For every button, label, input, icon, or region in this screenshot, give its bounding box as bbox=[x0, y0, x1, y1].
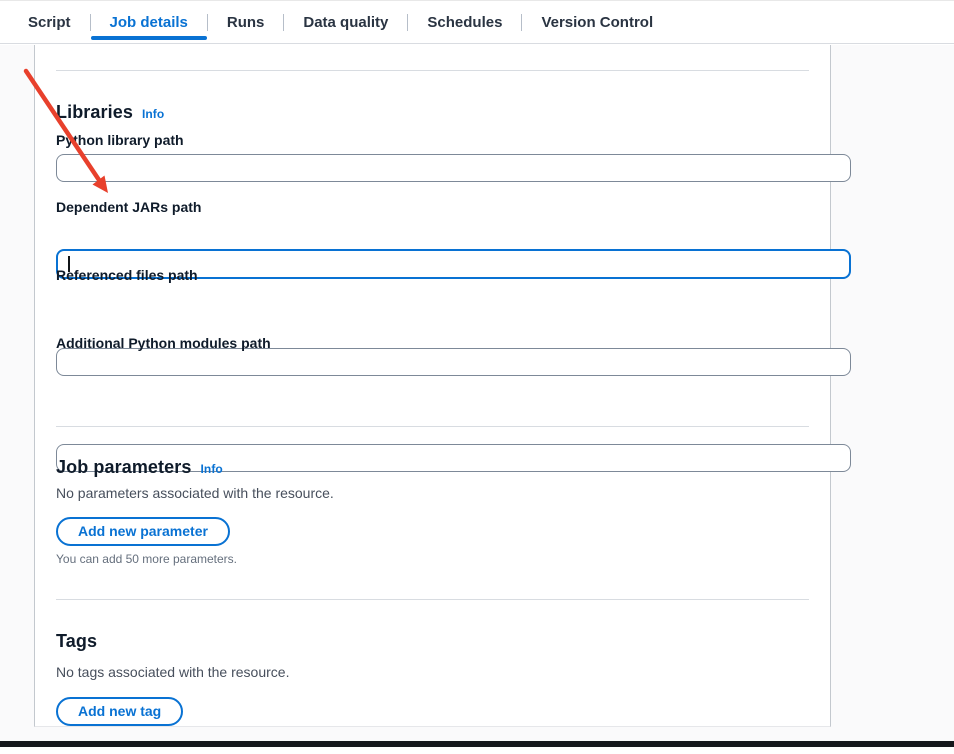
tags-empty-message: No tags associated with the resource. bbox=[56, 664, 809, 680]
tags-title: Tags bbox=[56, 631, 97, 652]
referenced-files-path-label: Referenced files path bbox=[56, 267, 809, 283]
section-divider bbox=[56, 599, 809, 600]
tab-script[interactable]: Script bbox=[9, 1, 90, 43]
additional-python-modules-path-label: Additional Python modules path bbox=[56, 335, 809, 351]
libraries-section-heading: Libraries Info bbox=[56, 102, 809, 123]
referenced-files-path-input[interactable] bbox=[56, 348, 851, 376]
add-new-parameter-button[interactable]: Add new parameter bbox=[56, 517, 230, 546]
add-parameter-row: Add new parameter bbox=[56, 517, 809, 546]
job-details-panel: Libraries Info Python library path Depen… bbox=[34, 45, 831, 727]
libraries-info-link[interactable]: Info bbox=[142, 107, 164, 121]
tab-runs[interactable]: Runs bbox=[208, 1, 284, 43]
window-bottom-bar bbox=[0, 741, 954, 747]
referenced-files-path-field bbox=[56, 348, 851, 376]
job-parameters-info-link[interactable]: Info bbox=[200, 462, 222, 476]
job-parameters-section-heading: Job parameters Info bbox=[56, 457, 809, 478]
add-tag-row: Add new tag bbox=[56, 697, 809, 726]
tab-schedules[interactable]: Schedules bbox=[408, 1, 521, 43]
tab-bar: Script Job details Runs Data quality Sch… bbox=[0, 1, 954, 44]
tab-job-details[interactable]: Job details bbox=[91, 1, 207, 43]
section-divider bbox=[56, 70, 809, 71]
libraries-title: Libraries bbox=[56, 102, 133, 123]
python-library-path-label: Python library path bbox=[56, 132, 809, 148]
tags-section-heading: Tags bbox=[56, 631, 809, 652]
python-library-path-field bbox=[56, 154, 851, 182]
dependent-jars-path-label: Dependent JARs path bbox=[56, 199, 809, 215]
job-parameters-empty-message: No parameters associated with the resour… bbox=[56, 485, 809, 501]
tab-version-control[interactable]: Version Control bbox=[522, 1, 672, 43]
parameter-limit-hint: You can add 50 more parameters. bbox=[56, 552, 809, 566]
job-parameters-title: Job parameters bbox=[56, 457, 191, 478]
add-new-tag-button[interactable]: Add new tag bbox=[56, 697, 183, 726]
python-library-path-input[interactable] bbox=[56, 154, 851, 182]
section-divider bbox=[56, 426, 809, 427]
tab-data-quality[interactable]: Data quality bbox=[284, 1, 407, 43]
